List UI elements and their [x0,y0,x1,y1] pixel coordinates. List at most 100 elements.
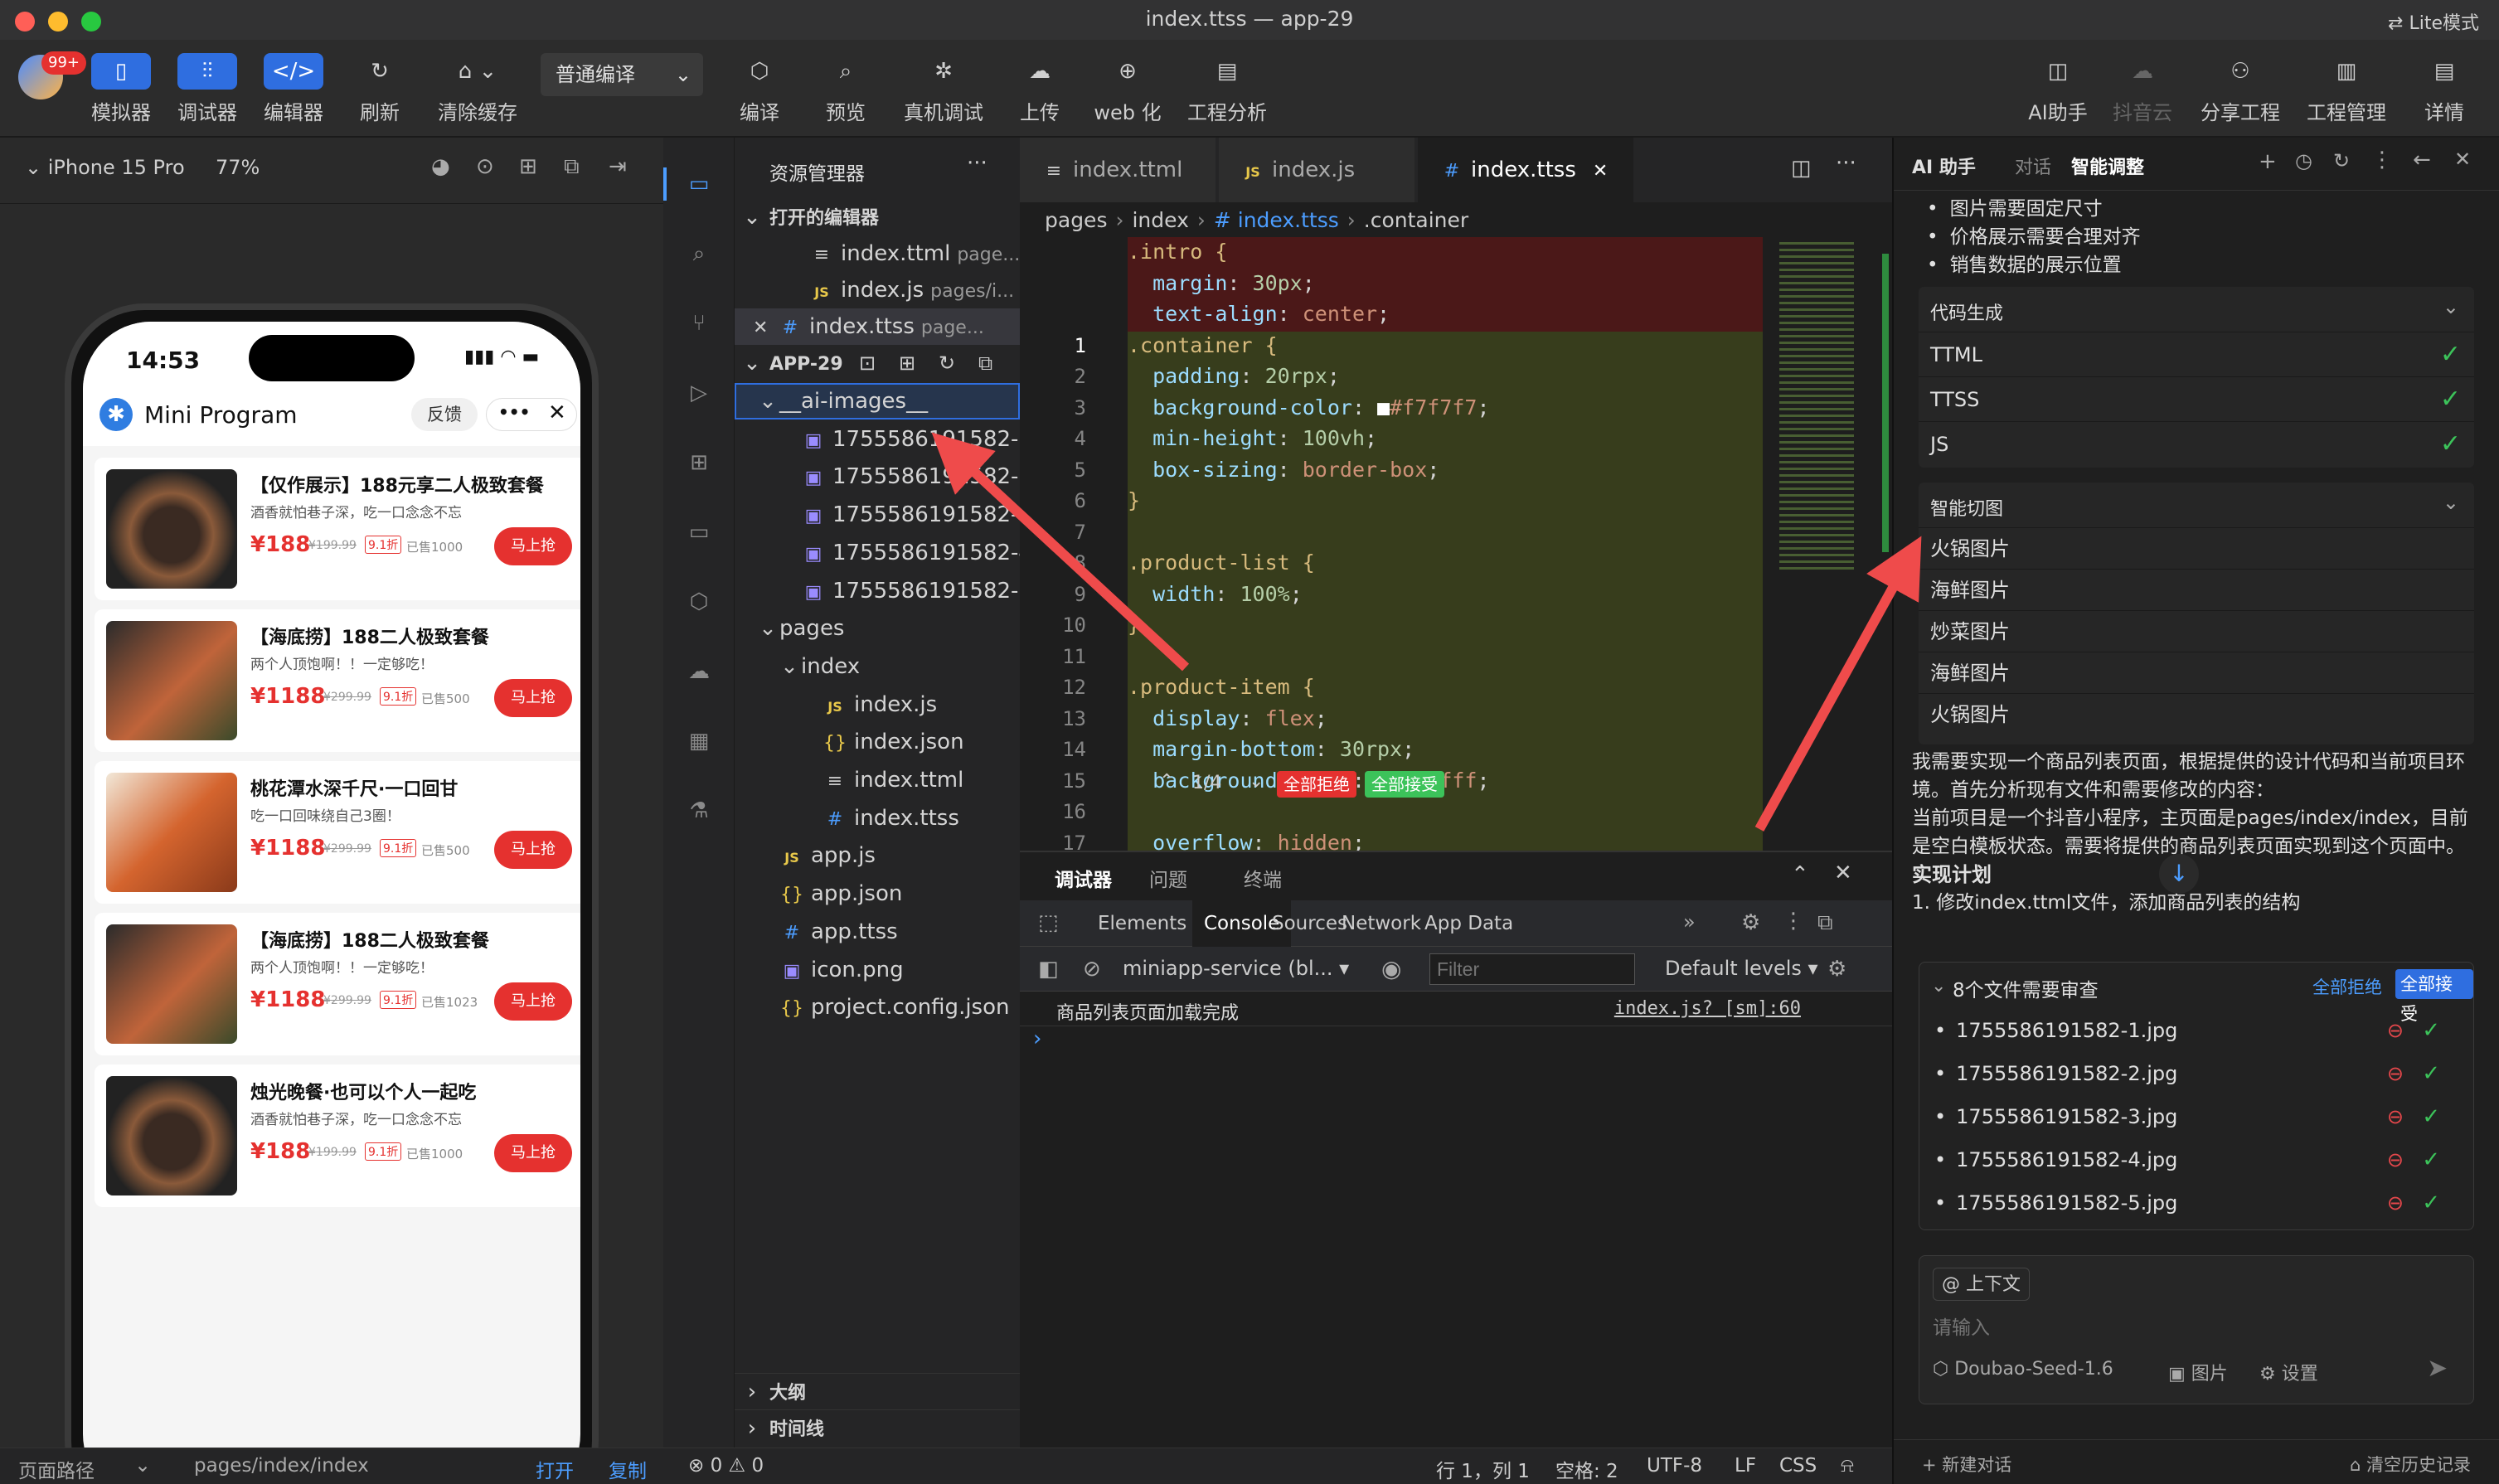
ai-tab-assistant[interactable]: AI 助手 [1912,153,1976,179]
inspect-element-icon[interactable]: ⬚ [1038,910,1059,935]
tree-item[interactable]: {} project.config.json [735,989,1020,1026]
extensions-icon[interactable]: ⊞ [686,449,712,476]
product-card[interactable]: 烛光晚餐·也可以个人一起吃 酒香就怕巷子深，吃一口念念不忘 ¥188 ¥199.99 9… [95,1065,580,1207]
slice-item[interactable]: 火锅图片 [1919,693,2474,735]
indentation[interactable]: 空格: 2 [1555,1455,1618,1483]
log-source-link[interactable]: index.js? [sm]:60 [1614,998,1801,1019]
problems-indicator[interactable]: ⊗ 0 ⚠ 0 [688,1455,764,1477]
code-line[interactable]: min-height: 100vh; [1128,424,1377,453]
kebab-icon[interactable]: ⋮ [1783,909,1804,934]
tree-item[interactable]: {} app.json [735,875,1020,912]
refresh-button[interactable]: ↻ 刷新 [350,53,410,133]
code-line[interactable]: .intro { [1128,237,1227,267]
breadcrumb-item[interactable]: pages [1045,208,1107,232]
compile-mode-select[interactable]: 普通编译 ⌄ [541,53,703,96]
buy-now-button[interactable]: 马上抢 [494,527,572,565]
bell-icon[interactable]: ⍾ [1841,1453,1854,1477]
console-prompt-icon[interactable]: › [1033,1026,1041,1051]
copy-path-link[interactable]: 复制 [609,1455,647,1483]
product-card[interactable]: 【海底捞】188二人极致套餐 两个人顶饱啊！！一定够吃！ ¥1188 ¥299.99 9… [95,913,580,1055]
chevron-down-icon[interactable]: ⌄ [1249,771,1264,792]
panel-tab[interactable]: 问题 [1149,864,1187,892]
code-line[interactable]: margin-bottom: 30rpx; [1128,735,1414,764]
review-file-item[interactable]: • 1755586191582-3.jpg ⊖ ✓ [1934,1095,2473,1138]
slice-item[interactable]: 炒菜图片 [1919,610,2474,652]
open-path-link[interactable]: 打开 [536,1455,574,1483]
project-analysis-button[interactable]: ▤ 工程分析 [1186,53,1269,133]
new-file-icon[interactable]: ⊡ [859,345,876,381]
tree-item[interactable]: ⌄ __ai-images__ [735,383,1020,419]
project-header[interactable]: ⌄ APP-29 ⊡ ⊞ ↻ ⧉ [735,345,1020,381]
language-mode[interactable]: CSS [1779,1455,1817,1477]
flask-icon[interactable]: ⚗ [686,798,712,824]
encoding[interactable]: UTF-8 [1647,1455,1702,1477]
product-card[interactable]: 桃花潭水深千尺·一口回甘 吃一口回味绕自己3圈！ ¥1188 ¥299.99 9.1折已… [95,761,580,904]
new-folder-icon[interactable]: ⊞ [899,345,915,381]
buy-now-button[interactable]: 马上抢 [494,831,572,869]
breadcrumb-item[interactable]: .container [1364,208,1468,232]
reject-icon[interactable]: ⊖ [2387,1095,2404,1138]
code-line[interactable]: box-sizing: border-box; [1128,455,1439,485]
zoom-select[interactable]: 77% [216,156,260,179]
eye-icon[interactable]: ◉ [1381,955,1401,982]
douyin-cloud-button[interactable]: ☁ 抖音云 [2113,53,2172,133]
chat-input[interactable] [1933,1309,2455,1346]
code-line[interactable]: text-align: center; [1128,299,1390,329]
tree-item[interactable]: # index.ttss [735,800,1020,837]
context-mention-button[interactable]: @ 上下文 [1933,1268,2030,1301]
code-line[interactable]: } [1128,486,1140,516]
tree-item[interactable]: ≡ index.ttml [735,762,1020,798]
reject-icon[interactable]: ⊖ [2387,1181,2404,1225]
context-select[interactable]: miniapp-service (bl... ▾ [1123,957,1363,980]
debugger-button[interactable]: ⫶⫶ 调试器 [177,53,237,133]
panel-tab[interactable]: 终端 [1244,864,1282,892]
panel-tab[interactable]: 调试器 [1055,864,1112,892]
code-line[interactable]: .product-list { [1128,548,1315,578]
editor-tab[interactable]: JS index.js [1219,138,1414,202]
reject-icon[interactable]: ⊖ [2387,1138,2404,1181]
close-icon[interactable]: ✕ [1593,161,1608,182]
review-file-item[interactable]: • 1755586191582-5.jpg ⊖ ✓ [1934,1181,2473,1225]
slice-item[interactable]: 火锅图片 [1919,527,2474,569]
new-chat-button[interactable]: + 新建对话 [1922,1452,2011,1477]
reject-icon[interactable]: ⊖ [2387,1009,2404,1052]
add-icon[interactable]: + [2259,149,2277,174]
tree-item[interactable]: # app.ttss [735,914,1020,950]
detach-icon[interactable]: ⇥ [609,154,627,179]
review-file-item[interactable]: • 1755586191582-4.jpg ⊖ ✓ [1934,1138,2473,1181]
send-icon[interactable]: ➤ [2427,1354,2448,1383]
reject-icon[interactable]: ⊖ [2387,1052,2404,1095]
close-icon[interactable]: ✕ [1834,861,1852,885]
code-line[interactable]: padding: 20rpx; [1128,361,1340,391]
feedback-button[interactable]: 反馈 [411,398,478,431]
devtools-tab[interactable]: Elements [1086,900,1198,947]
douyin-icon[interactable]: ◕ [431,154,450,179]
inspect-icon[interactable]: ⊙ [476,154,494,179]
device-select[interactable]: ⌄ iPhone 15 Pro [25,156,185,179]
history-icon[interactable]: ◷ [2295,149,2312,172]
close-icon[interactable]: ✕ [548,400,566,425]
buy-now-button[interactable]: 马上抢 [494,679,572,717]
codegen-item[interactable]: TTML ✓ [1919,332,2474,376]
lite-mode-toggle[interactable]: ⇄ Lite模式 [2388,8,2479,35]
tree-item[interactable]: ▣ 1755586191582-5.jpg [735,573,1020,609]
scroll-down-icon[interactable]: ↓ [2159,854,2199,894]
product-card[interactable]: 【海底捞】188二人极致套餐 两个人顶饱啊！！一定够吃！ ¥1188 ¥299.99 9… [95,609,580,752]
chevron-up-icon[interactable]: ⌃ [1791,862,1809,887]
run-debug-icon[interactable]: ▷ [686,380,712,406]
diff-reject-all-button[interactable]: 全部拒绝 [1277,771,1356,798]
code-line[interactable]: .container { [1128,331,1278,361]
review-file-item[interactable]: • 1755586191582-1.jpg ⊖ ✓ [1934,1009,2473,1052]
tree-item[interactable]: {} index.json [735,724,1020,760]
accept-icon[interactable]: ✓ [2422,1095,2440,1138]
upload-button[interactable]: ☁ 上传 [1010,53,1070,133]
open-editor-item[interactable]: JS index.js pages/i... [735,272,1020,308]
more-tabs-icon[interactable]: » [1683,910,1696,934]
code-area[interactable]: .intro { margin: 30px; text-align: cente… [1020,237,1766,851]
image-button[interactable]: ▣ 图片 [2168,1359,2228,1385]
grid-icon[interactable]: ⊞ [519,154,537,179]
open-editor-item[interactable]: ✕ # index.ttss page... [735,308,1020,345]
ai-tab-smart-adjust[interactable]: 智能调整 [2071,153,2144,179]
code-line[interactable]: display: flex; [1128,704,1327,734]
buy-now-button[interactable]: 马上抢 [494,1134,572,1172]
